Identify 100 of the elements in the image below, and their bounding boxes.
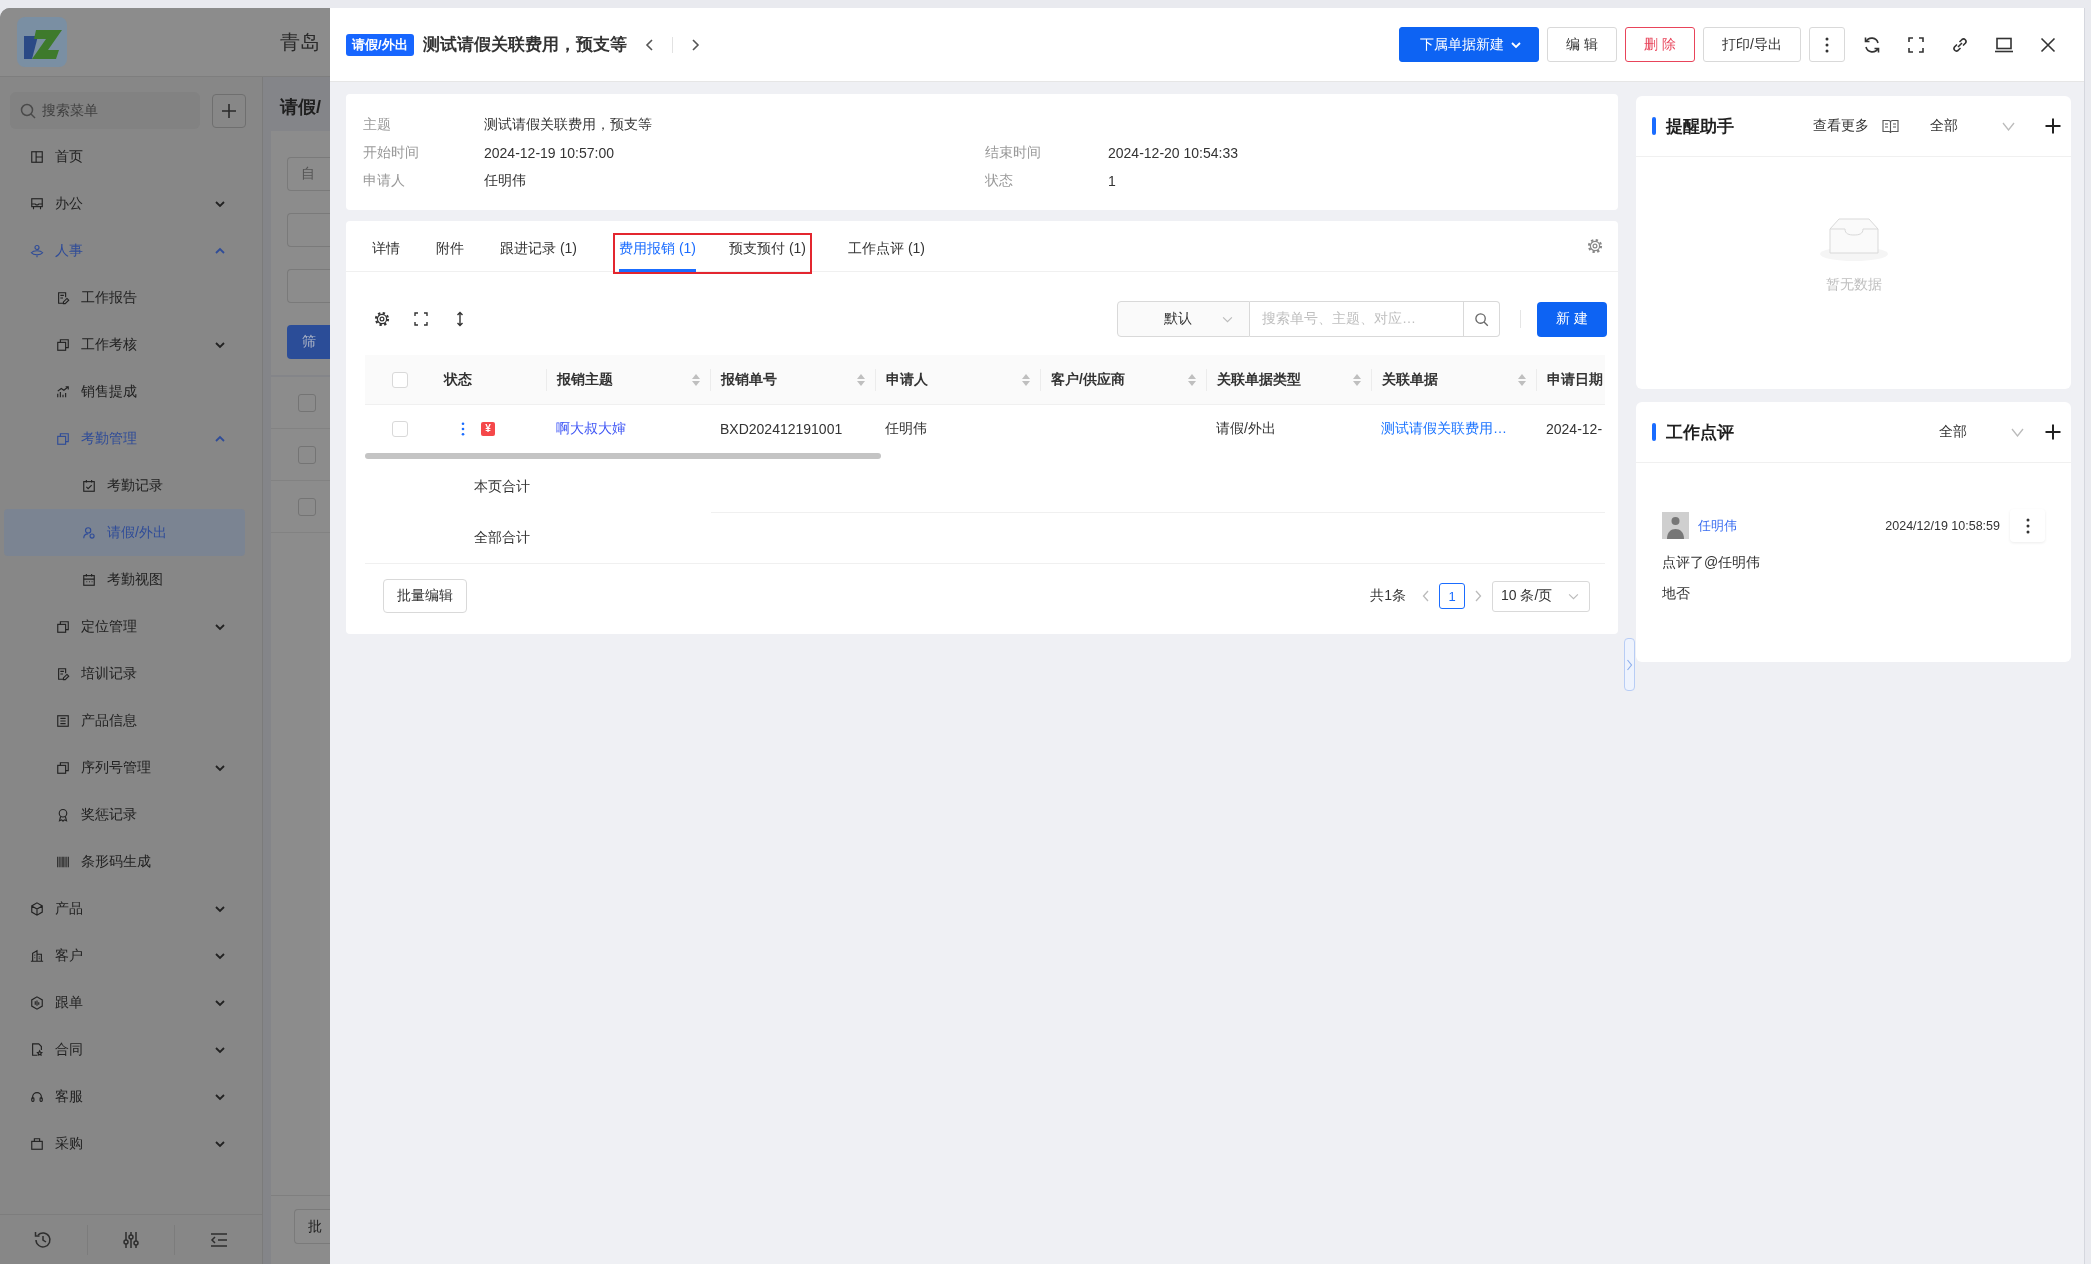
new-button[interactable]: 新 建: [1537, 301, 1607, 337]
collapse-handle[interactable]: [1624, 638, 1635, 691]
menu-item[interactable]: 跟单: [0, 979, 262, 1026]
list-icon: [56, 713, 70, 728]
related-document-link[interactable]: 测试请假关联费用…: [1381, 419, 1507, 438]
calendar-check-icon: [82, 478, 96, 493]
tab[interactable]: 详情: [372, 221, 400, 272]
menu-item[interactable]: 办公: [0, 180, 262, 227]
settings-icon[interactable]: [374, 311, 390, 327]
action-button[interactable]: 删 除: [1625, 27, 1696, 62]
plus-icon[interactable]: [2045, 118, 2061, 134]
chevron-down-icon: [2011, 427, 2024, 437]
document-edit-icon: [56, 290, 70, 305]
action-button[interactable]: 下属单据新建: [1399, 27, 1540, 62]
menu-item[interactable]: 工作报告: [0, 274, 262, 321]
filter-button[interactable]: 筛: [287, 325, 330, 359]
column-header: 状态: [444, 370, 472, 389]
sort-icon[interactable]: [857, 373, 865, 386]
plus-icon[interactable]: [2045, 424, 2061, 440]
sort-icon[interactable]: [1518, 373, 1526, 386]
menu-item[interactable]: 工作考核: [0, 321, 262, 368]
kebab-icon[interactable]: [461, 421, 465, 436]
page-button[interactable]: 1: [1439, 583, 1465, 609]
checkbox[interactable]: [298, 445, 316, 464]
book-icon[interactable]: [1882, 118, 1899, 134]
column-header: 报销主题: [557, 370, 613, 389]
menu-item[interactable]: 产品信息: [0, 697, 262, 744]
menu-item[interactable]: 产品: [0, 885, 262, 932]
cube-icon: [30, 901, 44, 916]
checkbox[interactable]: [298, 393, 316, 412]
total-count: 共1条: [1370, 587, 1406, 605]
empty-inbox-icon: [1818, 217, 1889, 262]
sliders-icon[interactable]: [121, 1229, 141, 1250]
batch-edit-button[interactable]: 批量编辑: [383, 579, 467, 613]
view-more-link[interactable]: 查看更多: [1813, 117, 1869, 135]
fullscreen-icon[interactable]: [1906, 34, 1926, 55]
headset-icon: [30, 1089, 44, 1104]
summary-label: 本页合计: [474, 478, 530, 496]
chevron-right-icon: [1626, 658, 1633, 671]
hexagon-icon: [30, 995, 44, 1010]
menu-item[interactable]: 考勤管理: [0, 415, 262, 462]
calendar-icon: [82, 572, 96, 587]
sort-icon[interactable]: [692, 373, 700, 386]
comment-text: 点评了@任明伟: [1662, 554, 1761, 570]
table-cell: BXD202412191001: [720, 420, 843, 437]
action-button[interactable]: 编 辑: [1547, 27, 1618, 62]
filter-select[interactable]: 全部: [1939, 423, 2024, 441]
menu-item[interactable]: 考勤视图: [0, 556, 262, 603]
sort-icon[interactable]: [1353, 373, 1361, 386]
menu-item[interactable]: 客服: [0, 1073, 262, 1120]
scrollbar-thumb[interactable]: [365, 453, 881, 459]
field-value: 测试请假关联费用，预支等: [484, 116, 652, 134]
drawer-title: 测试请假关联费用，预支等: [422, 34, 627, 56]
menu-item[interactable]: 序列号管理: [0, 744, 262, 791]
add-button[interactable]: [212, 93, 246, 128]
copy-icon: [56, 619, 70, 634]
card-title: 工作点评: [1666, 421, 1734, 444]
chevron-down-icon: [1222, 315, 1233, 323]
menu-item[interactable]: 培训记录: [0, 650, 262, 697]
tab[interactable]: 预支预付 (1): [729, 235, 806, 272]
menu-item[interactable]: 首页: [0, 133, 262, 180]
field-label: 申请人: [363, 172, 405, 190]
tab[interactable]: 附件: [436, 221, 464, 272]
menu-item[interactable]: 奖惩记录: [0, 791, 262, 838]
tab[interactable]: 费用报销 (1): [619, 235, 696, 272]
menu-item[interactable]: 合同: [0, 1026, 262, 1073]
menu-item[interactable]: 考勤记录: [0, 462, 262, 509]
type-badge: 请假/外出: [346, 33, 414, 56]
menu-search-field[interactable]: 搜索菜单: [10, 92, 200, 129]
fullscreen-icon[interactable]: [413, 311, 429, 327]
menu-item[interactable]: 条形码生成: [0, 838, 262, 885]
tab[interactable]: 工作点评 (1): [848, 221, 925, 272]
page-size-select[interactable]: 10 条/页: [1492, 580, 1590, 612]
user-icon: [82, 525, 96, 540]
sort-select[interactable]: 默认: [1117, 301, 1250, 337]
briefcase-icon: [30, 1136, 44, 1151]
menu-item[interactable]: 销售提成: [0, 368, 262, 415]
tab[interactable]: 跟进记录 (1): [500, 221, 577, 272]
author-link[interactable]: 任明伟: [1698, 516, 1737, 535]
more-button[interactable]: [1809, 27, 1845, 62]
menu-item[interactable]: 采购: [0, 1120, 262, 1167]
menu-item[interactable]: 人事: [0, 227, 262, 274]
column-header: 客户/供应商: [1051, 370, 1125, 389]
avatar-icon: [1662, 512, 1689, 539]
history-icon[interactable]: [33, 1229, 54, 1250]
menu-item[interactable]: 定位管理: [0, 603, 262, 650]
refresh-icon[interactable]: [1862, 34, 1882, 55]
comment-time: 2024/12/19 10:58:59: [1885, 518, 2000, 533]
menu-item[interactable]: 客户: [0, 932, 262, 979]
monitor-icon: [30, 196, 44, 211]
checkbox[interactable]: [298, 497, 316, 516]
building-icon: [30, 948, 44, 963]
column-header: 报销单号: [721, 370, 777, 389]
action-button[interactable]: 打印/导出: [1703, 27, 1801, 62]
filter-select[interactable]: 全部: [1930, 117, 2015, 135]
empty-text: 暂无数据: [1825, 276, 1882, 294]
sort-icon[interactable]: [1188, 373, 1196, 386]
column-header: 关联单据类型: [1217, 370, 1301, 389]
sort-icon[interactable]: [1022, 373, 1030, 386]
subject-link[interactable]: 啊大叔大婶: [556, 419, 626, 438]
